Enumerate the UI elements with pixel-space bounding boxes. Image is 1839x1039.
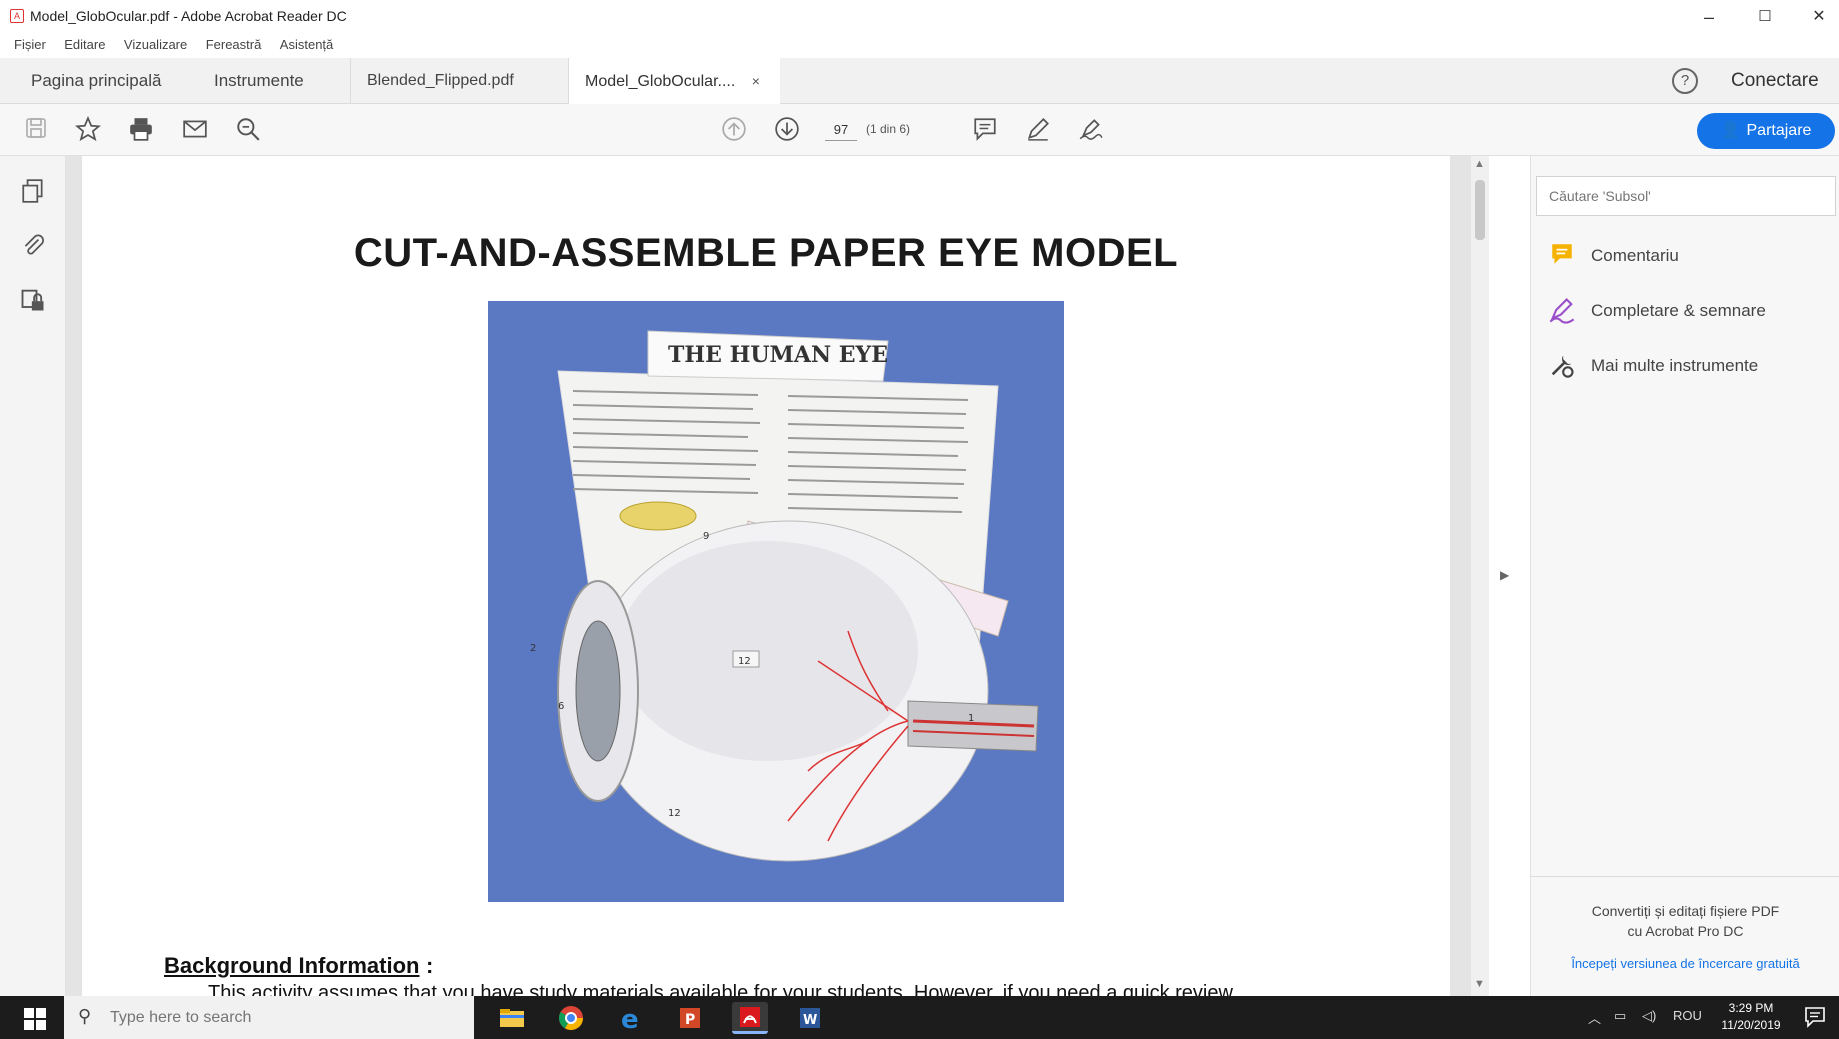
acrobat-app-icon: A <box>10 9 24 23</box>
promo-text: Convertiți și editați fișiere PDF cu Acr… <box>1531 901 1839 941</box>
share-label: Partajare <box>1746 122 1812 139</box>
pdf-page: CUT-AND-ASSEMBLE PAPER EYE MODEL THE HUM… <box>82 156 1450 1004</box>
pages-thumbnails-icon[interactable] <box>18 178 48 208</box>
network-icon[interactable]: ▭ <box>1614 1008 1626 1024</box>
action-center-icon[interactable] <box>1804 1006 1826 1028</box>
page-count: (1 din 6) <box>866 122 911 136</box>
tab-bar: Pagina principală Instrumente Blended_Fl… <box>0 58 1839 105</box>
attachment-icon[interactable] <box>18 232 48 262</box>
tab-tools[interactable]: Instrumente <box>198 58 320 104</box>
comment-icon[interactable] <box>971 116 999 144</box>
word-icon[interactable]: W <box>792 1002 828 1034</box>
acrobat-reader-taskbar-icon[interactable] <box>732 1002 768 1034</box>
clock-date: 11/20/2019 <box>1721 1018 1781 1032</box>
taskbar-search-box[interactable]: ⚲ <box>64 996 474 1039</box>
minimize-button[interactable]: – <box>1686 4 1732 30</box>
save-icon[interactable] <box>22 116 50 144</box>
background-info-colon: : <box>426 953 434 978</box>
svg-text:12: 12 <box>738 656 751 667</box>
taskbar-search-input[interactable] <box>110 1007 450 1029</box>
sign-in-link[interactable]: Conectare <box>1731 70 1819 92</box>
svg-text:6: 6 <box>558 701 564 712</box>
powerpoint-icon[interactable]: P <box>672 1002 708 1034</box>
comment-tool-label: Comentariu <box>1591 246 1679 265</box>
scroll-down-icon[interactable]: ▼ <box>1474 978 1485 990</box>
fill-sign-label: Completare & semnare <box>1591 301 1766 320</box>
more-tools-icon <box>1547 351 1577 381</box>
svg-text:e: e <box>621 1005 639 1034</box>
email-icon[interactable] <box>181 116 209 144</box>
sign-icon[interactable] <box>1077 116 1105 144</box>
fill-sign-icon <box>1547 296 1577 326</box>
windows-start-icon[interactable] <box>14 1004 56 1032</box>
svg-text:12: 12 <box>668 808 681 819</box>
menu-edit[interactable]: Editare <box>64 37 105 52</box>
taskbar-clock[interactable]: 3:29 PM 11/20/2019 <box>1712 1000 1790 1034</box>
more-tools-label: Mai multe instrumente <box>1591 356 1759 375</box>
close-window-button[interactable]: ✕ <box>1796 4 1839 30</box>
pane-divider <box>1531 876 1839 877</box>
promo-line-1: Convertiți și editați fișiere PDF <box>1591 903 1780 919</box>
print-icon[interactable] <box>127 116 155 144</box>
input-language-indicator[interactable]: ROU <box>1673 1008 1702 1023</box>
tab-close-icon[interactable]: × <box>752 73 760 89</box>
promo-line-2: cu Acrobat Pro DC <box>1627 923 1744 939</box>
clock-time: 3:29 PM <box>1728 1001 1774 1015</box>
eye-image-heading: THE HUMAN EYE <box>668 342 888 368</box>
tab-label: Model_GlobOcular.... <box>585 73 736 90</box>
menu-view[interactable]: Vizualizare <box>124 37 187 52</box>
comment-tool-icon <box>1547 241 1577 271</box>
windows-taskbar: ⚲ e P W ︿ ▭ ◁) ROU 3:29 PM 11/20/2019 <box>0 996 1839 1039</box>
document-viewport[interactable]: CUT-AND-ASSEMBLE PAPER EYE MODEL THE HUM… <box>66 156 1471 1004</box>
window-title: Model_GlobOcular.pdf - Adobe Acrobat Rea… <box>30 8 347 24</box>
fill-sign-tool-button[interactable]: Completare & semnare <box>1547 296 1837 326</box>
document-title: CUT-AND-ASSEMBLE PAPER EYE MODEL <box>353 231 1179 275</box>
svg-text:P: P <box>685 1012 695 1028</box>
title-bar: A Model_GlobOcular.pdf - Adobe Acrobat R… <box>0 0 1839 32</box>
menu-help[interactable]: Asistență <box>280 37 333 52</box>
tray-chevron-up-icon[interactable]: ︿ <box>1588 1008 1601 1027</box>
pen-icon[interactable] <box>1024 116 1052 144</box>
human-eye-model-image: THE HUMAN EYE 12 12 9 2 6 1 <box>488 301 1064 902</box>
svg-text:9: 9 <box>703 531 709 542</box>
tab-label: Blended_Flipped.pdf <box>367 72 514 89</box>
menu-bar: Fișier Editare Vizualizare Fereastră Asi… <box>0 32 1839 58</box>
left-navigation-rail: ◀ <box>0 156 77 996</box>
page-up-icon[interactable] <box>720 116 748 144</box>
scrollbar-thumb[interactable] <box>1475 180 1485 240</box>
tools-pane: Comentariu Completare & semnare Mai mult… <box>1530 156 1839 996</box>
svg-text:W: W <box>803 1013 817 1028</box>
maximize-button[interactable]: ☐ <box>1742 4 1788 30</box>
zoom-search-icon[interactable] <box>234 116 262 144</box>
svg-text:1: 1 <box>968 713 974 724</box>
background-info-heading: Background Information <box>164 953 420 978</box>
tools-search-input[interactable] <box>1536 176 1836 216</box>
scroll-up-icon[interactable]: ▲ <box>1474 158 1485 170</box>
chrome-icon[interactable] <box>553 1002 589 1034</box>
security-lock-icon[interactable] <box>18 286 48 316</box>
toolbar: (1 din 6) 👤 Partajare <box>0 104 1839 156</box>
bookmark-star-icon[interactable] <box>74 115 102 144</box>
share-button[interactable]: 👤 Partajare <box>1697 113 1835 149</box>
page-down-icon[interactable] <box>773 116 801 144</box>
page-number-input[interactable] <box>825 119 857 141</box>
file-explorer-icon[interactable] <box>494 1002 530 1034</box>
tab-model-globocular[interactable]: Model_GlobOcular.... × <box>568 58 780 105</box>
search-icon: ⚲ <box>78 1006 92 1026</box>
menu-window[interactable]: Fereastră <box>206 37 262 52</box>
free-trial-link[interactable]: Începeți versiunea de încercare gratuită <box>1531 956 1839 971</box>
comment-tool-button[interactable]: Comentariu <box>1547 241 1837 271</box>
volume-icon[interactable]: ◁) <box>1642 1008 1656 1024</box>
collapse-right-panel-icon[interactable]: ▶ <box>1500 568 1509 582</box>
tab-home[interactable]: Pagina principală <box>15 58 177 104</box>
add-user-icon: 👤 <box>1720 122 1741 139</box>
svg-text:2: 2 <box>530 643 536 654</box>
tab-blended-flipped[interactable]: Blended_Flipped.pdf <box>350 58 568 104</box>
edge-browser-icon[interactable]: e <box>613 1002 649 1035</box>
menu-file[interactable]: Fișier <box>14 37 46 52</box>
help-icon[interactable]: ? <box>1672 68 1698 94</box>
more-tools-button[interactable]: Mai multe instrumente <box>1547 351 1837 381</box>
vertical-scrollbar[interactable]: ▲ ▼ <box>1471 156 1489 996</box>
